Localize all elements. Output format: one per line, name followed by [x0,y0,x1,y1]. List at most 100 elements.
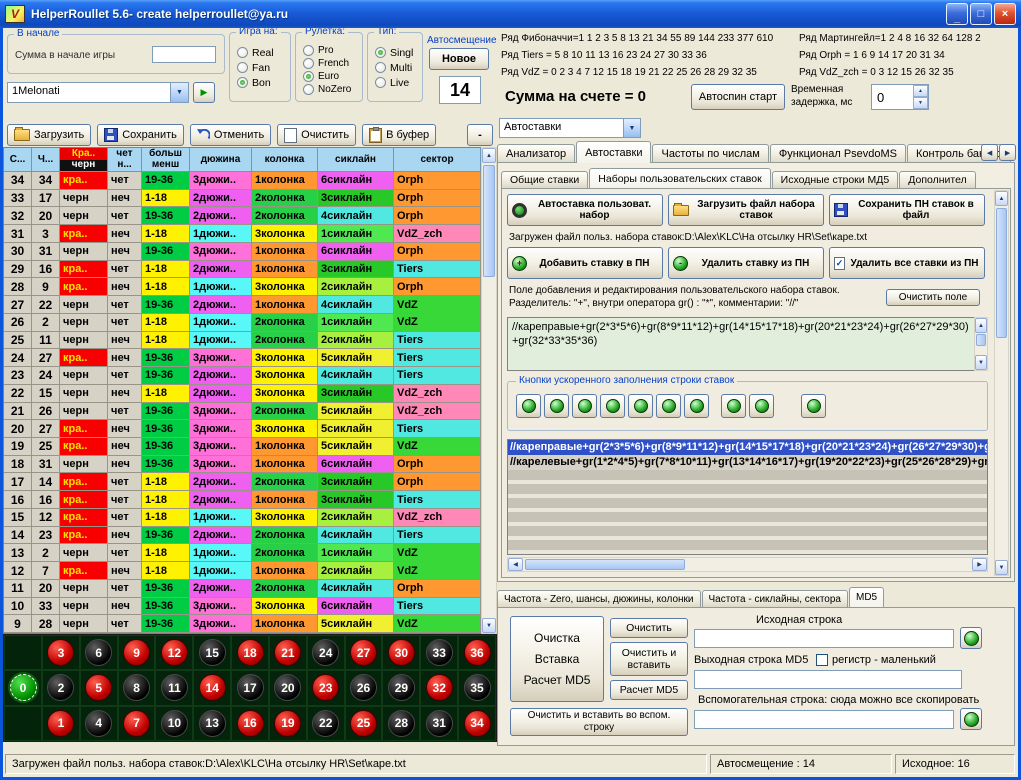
quick-bet-button-7[interactable] [684,394,709,418]
scroll-up-icon[interactable]: ▲ [975,318,987,333]
table-row[interactable]: 2324чернчет19-362дюжи..3колонка4сиклайнT… [4,367,481,385]
table-row[interactable]: 289кра..неч1-181дюжи..3колонка2сиклайнOr… [4,278,481,296]
board-number-28[interactable]: 28 [388,710,415,737]
board-number-30[interactable]: 30 [388,639,415,666]
scrollbar-track[interactable] [523,558,972,571]
table-row[interactable]: 928чернчет19-363дюжи..1колонка5сиклайнVd… [4,615,481,633]
quick-bet-button-1[interactable] [516,394,541,418]
board-number-9[interactable]: 9 [123,639,150,666]
board-number-20[interactable]: 20 [274,674,301,701]
board-number-25[interactable]: 25 [350,710,377,737]
quick-bet-button-10[interactable] [801,394,826,418]
board-number-32[interactable]: 32 [426,674,453,701]
scrollbar-track[interactable] [995,206,1008,560]
pn-top-button-1[interactable]: Автоставка пользоват. набор [507,194,663,226]
pn-edit-button-2[interactable]: -Удалить ставку из ПН [668,247,824,279]
spinner-down-button[interactable]: ▼ [913,97,928,109]
scroll-up-icon[interactable]: ▲ [482,148,496,163]
md5-combined-button[interactable]: Очистка Вставка Расчет MD5 [510,616,604,702]
freq-tab-2[interactable]: MD5 [849,587,884,607]
clear-button[interactable]: Очистить [277,124,356,146]
sub-tab-3[interactable]: Дополнител [899,171,975,188]
md5-clear-paste-aux-button[interactable]: Очистить и вставить во вспом. строку [510,708,688,736]
board-number-11[interactable]: 11 [161,674,188,701]
scroll-down-icon[interactable]: ▼ [482,618,496,633]
board-number-23[interactable]: 23 [312,674,339,701]
save-button[interactable]: Сохранить [97,124,184,146]
column-header-8[interactable]: сектор [394,148,481,172]
board-number-35[interactable]: 35 [464,674,491,701]
scrollbar-thumb[interactable] [483,165,495,277]
source-string-input[interactable] [694,629,954,648]
sub-tab-2[interactable]: Исходные строки МД5 [772,171,899,188]
board-number-16[interactable]: 16 [237,710,264,737]
pn-edit-button-3[interactable]: ✓Удалить все ставки из ПН [829,247,985,279]
aux-action-button[interactable] [960,708,982,730]
table-row[interactable]: 1120чернчет19-362дюжи..2колонка4сиклайнO… [4,580,481,598]
board-number-10[interactable]: 10 [161,710,188,737]
table-row[interactable]: 1423кра..неч19-362дюжи..2колонка4сиклайн… [4,527,481,545]
column-header-2[interactable]: Кра..черн [60,148,108,172]
table-row[interactable]: 262чернчет1-181дюжи..2колонка1сиклайнVdZ [4,314,481,332]
column-header-7[interactable]: сиклайн [318,148,394,172]
tab-scroll-right-button[interactable]: ▶ [999,144,1016,161]
register-checkbox[interactable] [816,654,828,666]
board-number-18[interactable]: 18 [237,639,264,666]
board-number-2[interactable]: 2 [47,674,74,701]
board-number-31[interactable]: 31 [426,710,453,737]
scroll-right-icon[interactable]: ▶ [972,558,987,571]
quick-bet-button-6[interactable] [656,394,681,418]
md5-calc-button[interactable]: Расчет MD5 [610,680,688,700]
board-number-12[interactable]: 12 [161,639,188,666]
board-number-19[interactable]: 19 [274,710,301,737]
sub-vscroll[interactable]: ▲▼ [994,190,1009,576]
radio-live[interactable]: Live [375,75,422,90]
pn-edit-button-1[interactable]: +Добавить ставку в ПН [507,247,663,279]
table-row[interactable]: 1714кра..чет1-182дюжи..2колонка3сиклайнO… [4,473,481,491]
board-number-3[interactable]: 3 [47,639,74,666]
clear-field-button[interactable]: Очистить поле [886,289,980,306]
column-header-1[interactable]: Ч... [32,148,60,172]
bet-edit-area[interactable]: //кареправые+gr(2*3*5*6)+gr(8*9*11*12)+g… [507,317,974,371]
minus-button[interactable]: - [467,124,493,146]
table-row[interactable]: 132чернчет1-181дюжи..2колонка1сиклайнVdZ [4,544,481,562]
undo-button[interactable]: Отменить [190,124,271,146]
edit-area-vscroll[interactable]: ▲▼ [974,317,988,371]
board-number-15[interactable]: 15 [199,639,226,666]
scrollbar-thumb[interactable] [996,208,1007,338]
table-row[interactable]: 2126чернчет19-363дюжи..2колонка5сиклайнV… [4,403,481,421]
pn-top-button-3[interactable]: Сохранить ПН ставок в файл [829,194,985,226]
table-row[interactable]: 1512кра..чет1-181дюжи..3колонка2сиклайнV… [4,509,481,527]
table-row[interactable]: 3434кра..чет19-363дюжи..1колонка6сиклайн… [4,172,481,190]
radio-fan[interactable]: Fan [237,60,290,75]
board-number-8[interactable]: 8 [123,674,150,701]
board-number-27[interactable]: 27 [350,639,377,666]
table-row[interactable]: 3317черннеч1-182дюжи..2колонка3сиклайнOr… [4,190,481,208]
board-number-1[interactable]: 1 [47,710,74,737]
quick-bet-button-2[interactable] [544,394,569,418]
aux-string-input[interactable] [694,710,954,729]
freq-tab-1[interactable]: Частота - сиклайны, сектора [702,590,848,607]
board-number-14[interactable]: 14 [199,674,226,701]
board-number-24[interactable]: 24 [312,639,339,666]
column-header-6[interactable]: колонка [252,148,318,172]
tab-scroll-left-button[interactable]: ◀ [981,144,998,161]
board-number-29[interactable]: 29 [388,674,415,701]
table-row[interactable]: 2511черннеч1-181дюжи..2колонка2сиклайнTi… [4,332,481,350]
scroll-left-icon[interactable]: ◀ [508,558,523,571]
column-header-4[interactable]: большменш [142,148,190,172]
board-number-36[interactable]: 36 [464,639,491,666]
load-button[interactable]: Загрузить [7,124,91,146]
sub-tab-0[interactable]: Общие ставки [501,171,588,188]
autospin-start-button[interactable]: Автоспин старт [691,84,785,110]
column-header-5[interactable]: дюжина [190,148,252,172]
radio-bon[interactable]: Bon [237,75,290,90]
scrollbar-thumb[interactable] [525,559,685,570]
radio-real[interactable]: Real [237,45,290,60]
table-row[interactable]: 127кра..неч1-181дюжи..1колонка2сиклайнVd… [4,562,481,580]
table-row[interactable]: 3220чернчет19-362дюжи..2колонка4сиклайнO… [4,207,481,225]
delay-value[interactable]: 0 [872,85,913,109]
minimize-button[interactable]: _ [946,3,968,25]
main-tab-2[interactable]: Частоты по числам [652,144,768,163]
table-row[interactable]: 2722чернчет19-362дюжи..1колонка4сиклайнV… [4,296,481,314]
